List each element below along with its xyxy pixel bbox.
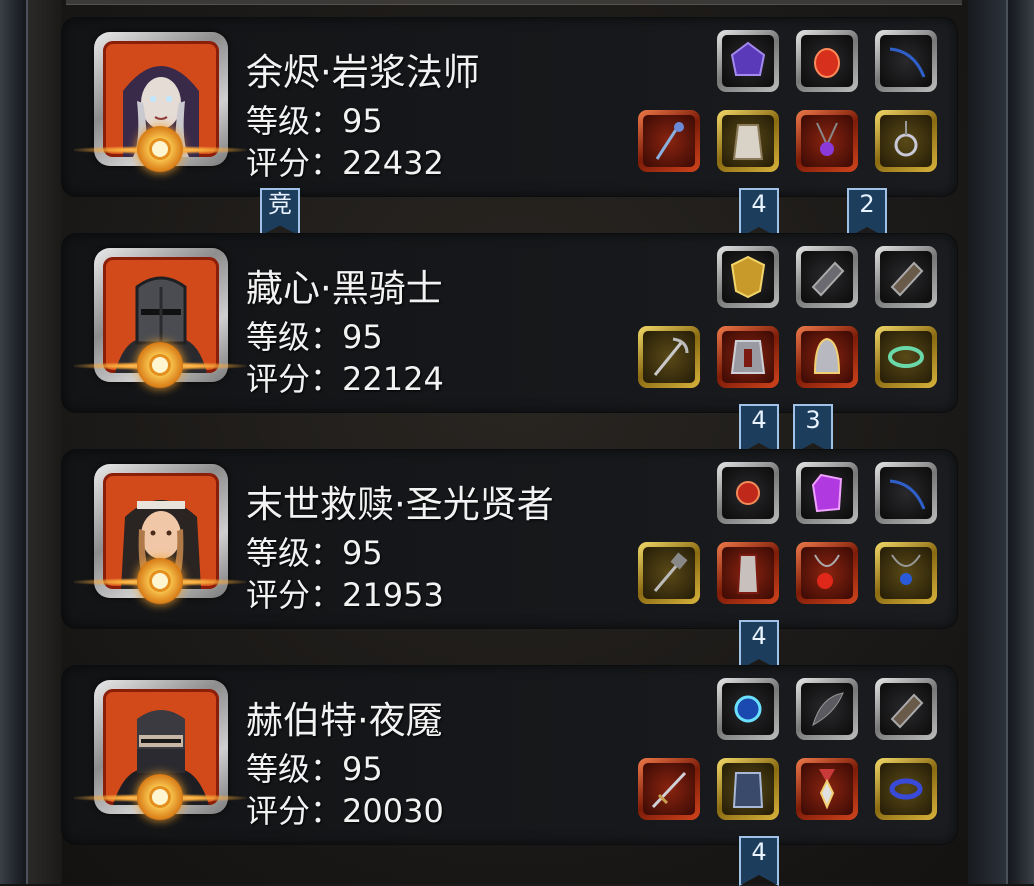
gauntlet-icon [880, 683, 932, 735]
hero-score: 评分：22124 [246, 360, 444, 398]
plate-armor-icon [722, 331, 774, 383]
hero-level: 等级：95 [246, 102, 383, 140]
set-count-tag: 4 [739, 836, 779, 886]
purple-crystal-icon [801, 467, 853, 519]
right-frame-border [1006, 0, 1034, 884]
bracelet-icon [880, 331, 932, 383]
equip-slot[interactable] [717, 246, 779, 308]
equip-slot[interactable] [638, 758, 700, 820]
hero-name: 赫伯特·夜魇 [246, 699, 443, 742]
equip-slot[interactable] [796, 542, 858, 604]
set-count-tag: 4 [739, 620, 779, 670]
equip-slot[interactable] [717, 758, 779, 820]
hero-score: 评分：20030 [246, 792, 444, 830]
set-count-tag: 4 [739, 188, 779, 238]
red-amulet-icon [801, 547, 853, 599]
blue-ring-icon [880, 763, 932, 815]
set-count-tag: 2 [847, 188, 887, 238]
sun-emblem-icon [137, 126, 183, 172]
gauntlet-icon [880, 251, 932, 303]
equip-slot[interactable] [875, 30, 937, 92]
equip-slot[interactable] [796, 462, 858, 524]
helmet-icon [801, 331, 853, 383]
sun-emblem-icon [137, 774, 183, 820]
sword-icon [643, 763, 695, 815]
equip-slot[interactable] [875, 462, 937, 524]
equip-slot[interactable] [796, 246, 858, 308]
equip-slot[interactable] [717, 110, 779, 172]
equip-slot[interactable] [796, 110, 858, 172]
equip-slot[interactable] [717, 678, 779, 740]
hero-level: 等级：95 [246, 318, 383, 356]
equip-slot[interactable] [638, 542, 700, 604]
equip-slot[interactable] [875, 542, 937, 604]
equip-slot[interactable] [717, 326, 779, 388]
amulet-icon [801, 115, 853, 167]
feather-blade-icon [801, 683, 853, 735]
blue-amulet-icon [880, 547, 932, 599]
sun-emblem-icon [137, 558, 183, 604]
right-background [968, 0, 1008, 884]
equip-slot[interactable] [875, 246, 937, 308]
equip-slot[interactable] [875, 110, 937, 172]
equip-slot[interactable] [875, 326, 937, 388]
top-frame-border [66, 0, 962, 5]
blue-bow-icon [880, 35, 932, 87]
equip-slot[interactable] [638, 326, 700, 388]
hero-name: 末世救赎·圣光贤者 [246, 483, 554, 526]
hero-card[interactable]: 末世救赎·圣光贤者 等级：95 评分：21953 [62, 450, 957, 628]
hero-card[interactable]: 藏心·黑骑士 等级：95 评分：22124 [62, 234, 957, 412]
hero-level: 等级：95 [246, 750, 383, 788]
equip-slot[interactable] [717, 462, 779, 524]
equip-slot[interactable] [796, 326, 858, 388]
red-orb-relic-icon [722, 467, 774, 519]
sun-emblem-icon [137, 342, 183, 388]
staff-icon [643, 115, 695, 167]
equip-slot[interactable] [717, 542, 779, 604]
equip-slot[interactable] [796, 678, 858, 740]
pentagram-amulet-icon [880, 115, 932, 167]
set-count-tag: 4 [739, 404, 779, 454]
mace-icon [643, 547, 695, 599]
red-robe-icon [722, 547, 774, 599]
pickaxe-icon [643, 331, 695, 383]
compete-tag: 竞 [260, 188, 300, 236]
equip-slot[interactable] [875, 678, 937, 740]
hero-score: 评分：22432 [246, 144, 444, 182]
equip-slot[interactable] [717, 30, 779, 92]
red-heart-gem-icon [801, 35, 853, 87]
equip-slot[interactable] [638, 110, 700, 172]
golden-shield-icon [722, 251, 774, 303]
medal-icon [801, 763, 853, 815]
hero-name: 藏心·黑骑士 [246, 267, 443, 310]
equip-slot[interactable] [875, 758, 937, 820]
equip-slot[interactable] [796, 758, 858, 820]
purple-gem-icon [722, 35, 774, 87]
hero-level: 等级：95 [246, 534, 383, 572]
robe-armor-icon [722, 115, 774, 167]
hero-card[interactable]: 余烬·岩浆法师 等级：95 评分：22432 [62, 18, 957, 196]
equip-slot[interactable] [796, 30, 858, 92]
hero-score: 评分：21953 [246, 576, 444, 614]
blue-bow-icon [880, 467, 932, 519]
set-count-tag: 3 [793, 404, 833, 454]
left-background [26, 0, 62, 884]
hero-name: 余烬·岩浆法师 [246, 51, 480, 94]
left-frame-border [0, 0, 28, 884]
gauntlet-icon [801, 251, 853, 303]
hero-card[interactable]: 赫伯特·夜魇 等级：95 评分：20030 [62, 666, 957, 844]
blue-swirl-orb-icon [722, 683, 774, 735]
blue-armor-icon [722, 763, 774, 815]
